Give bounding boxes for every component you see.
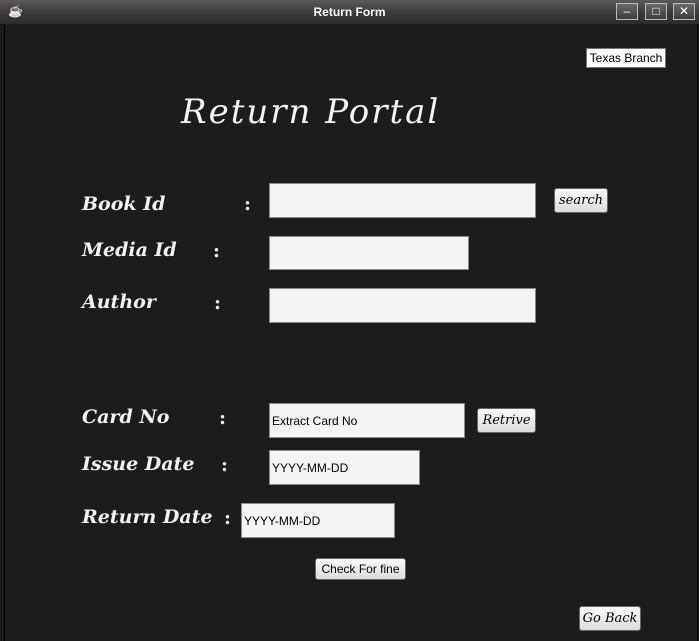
book-id-label: Book Id bbox=[82, 193, 166, 215]
card-no-colon: : bbox=[219, 407, 227, 429]
card-no-input[interactable] bbox=[269, 403, 465, 438]
author-colon: : bbox=[214, 292, 222, 314]
issue-date-colon: : bbox=[221, 454, 229, 476]
retrive-button[interactable]: Retrive bbox=[477, 408, 536, 433]
media-id-colon: : bbox=[213, 240, 221, 262]
branch-label: Texas Branch bbox=[586, 48, 666, 68]
author-input[interactable] bbox=[269, 288, 536, 323]
minimize-button[interactable]: – bbox=[616, 3, 638, 20]
return-date-label: Return Date bbox=[82, 506, 213, 528]
book-id-colon: : bbox=[244, 193, 252, 215]
maximize-button[interactable]: □ bbox=[645, 3, 667, 20]
issue-date-input[interactable] bbox=[269, 450, 420, 485]
issue-date-label: Issue Date bbox=[82, 453, 195, 475]
return-date-input[interactable] bbox=[241, 503, 395, 538]
media-id-input[interactable] bbox=[269, 236, 469, 270]
search-button[interactable]: search bbox=[554, 188, 608, 213]
author-label: Author bbox=[82, 291, 156, 313]
window-title: Return Form bbox=[313, 5, 386, 19]
check-fine-button[interactable]: Check For fine bbox=[315, 558, 406, 580]
title-bar: ☕ Return Form – □ ✕ bbox=[0, 0, 699, 25]
book-id-input[interactable] bbox=[269, 183, 536, 218]
go-back-button[interactable]: Go Back bbox=[579, 606, 641, 631]
card-no-label: Card No bbox=[82, 406, 170, 428]
media-id-label: Media Id bbox=[82, 239, 177, 261]
close-button[interactable]: ✕ bbox=[673, 3, 695, 20]
return-date-colon: : bbox=[224, 507, 232, 529]
page-title: Return Portal bbox=[181, 92, 441, 132]
